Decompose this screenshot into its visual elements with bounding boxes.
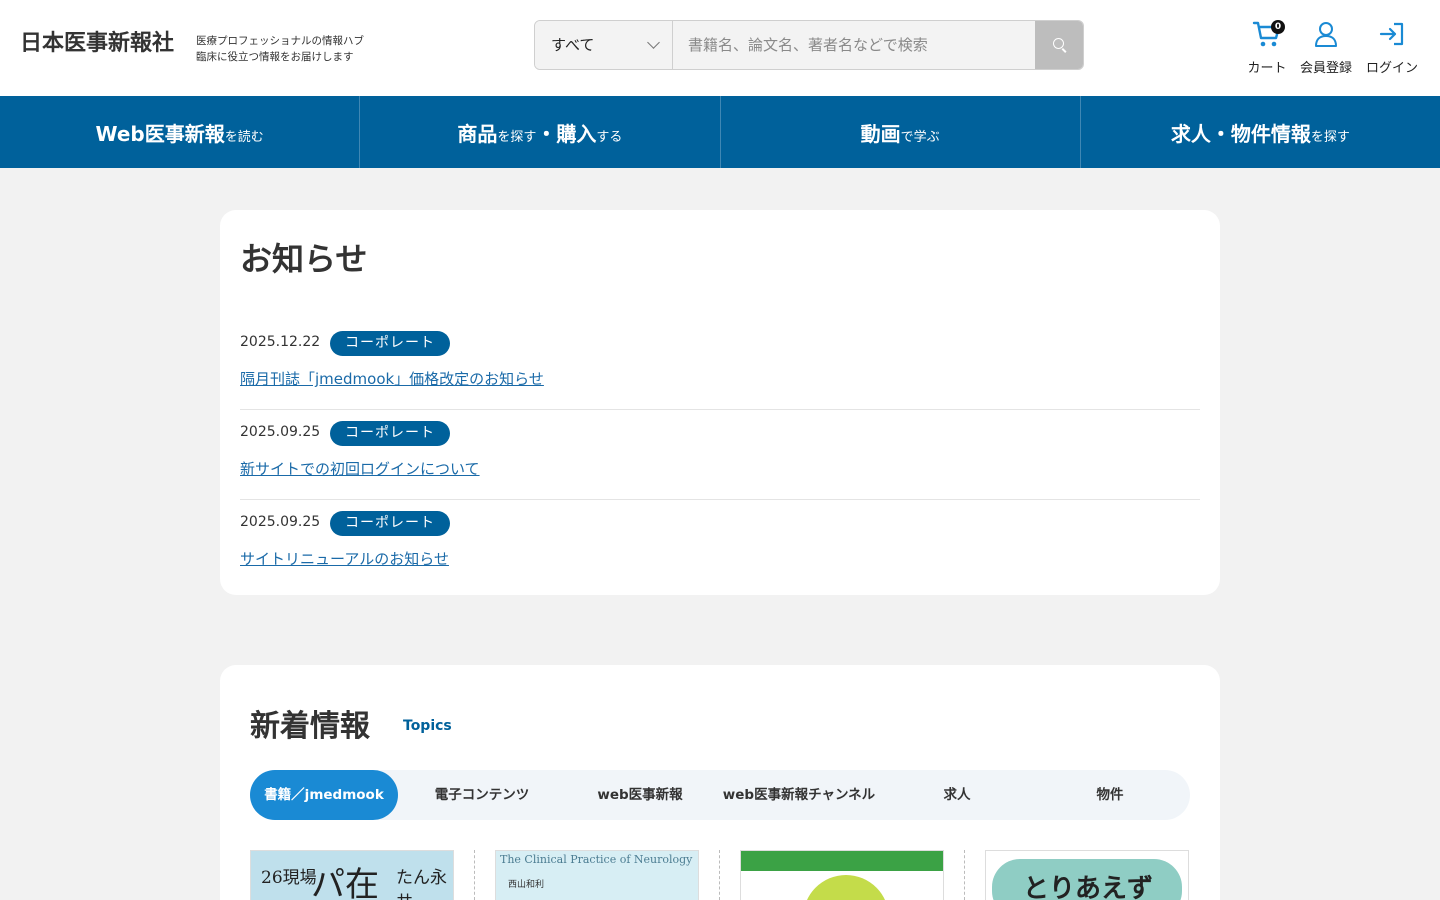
search-category-select[interactable]: すべて	[535, 21, 673, 69]
notice-date: 2025.09.25	[240, 514, 321, 530]
brain-illustration-icon	[803, 875, 889, 900]
book-cover-text: とりあえず	[1022, 874, 1153, 900]
book-divider	[474, 850, 475, 900]
book-cover-text: たん永井	[396, 868, 447, 900]
nav-sublabel: で学ぶ	[900, 129, 940, 145]
book-cover[interactable]: The Clinical Practice of Neurology 西山和利	[495, 850, 699, 900]
nav-sublabel: する	[596, 129, 623, 145]
notice-item: 2025.12.22 コーポレート 隔月刊誌「jmedmook」価格改定のお知ら…	[240, 320, 1200, 410]
notice-date: 2025.09.25	[240, 424, 321, 440]
chevron-down-icon	[647, 36, 660, 49]
tab-properties[interactable]: 物件	[1030, 770, 1190, 820]
main-nav: Web医事新報 を読む 商品 を探す ・購入 する 動画 で学ぶ 求人・物件情報…	[0, 96, 1440, 168]
site-tagline: 医療プロフェッショナルの情報ハブ 臨床に役立つ情報をお届けします	[196, 33, 364, 65]
book-cover[interactable]: 26現場 パ在 たん永井	[250, 850, 454, 900]
cart-count-badge: 0	[1271, 20, 1285, 34]
register-button[interactable]: 会員登録	[1296, 18, 1356, 78]
nav-sublabel: を読む	[224, 129, 264, 145]
site-logo[interactable]: 日本医事新報社	[20, 30, 174, 58]
notice-date: 2025.12.22	[240, 334, 321, 350]
notice-item: 2025.09.25 コーポレート サイトリニューアルのお知らせ	[240, 500, 1200, 590]
user-icon	[1315, 22, 1337, 47]
cart-label: カート	[1247, 61, 1287, 76]
nav-label: ・購入	[536, 121, 597, 146]
nav-label: Web医事新報	[95, 121, 225, 146]
topics-card: 新着情報 Topics 書籍／jmedmook 電子コンテンツ web医事新報 …	[220, 665, 1220, 900]
nav-item-web-news[interactable]: Web医事新報 を読む	[0, 96, 361, 168]
tab-jobs[interactable]: 求人	[884, 770, 1030, 820]
tab-digital-content[interactable]: 電子コンテンツ	[398, 770, 566, 820]
book-cover-text: 26現場	[261, 868, 317, 888]
notice-category-badge: コーポレート	[330, 331, 450, 356]
book-cover-text: The Clinical Practice of Neurology	[500, 853, 693, 866]
notice-link[interactable]: サイトリニューアルのお知らせ	[240, 548, 449, 569]
tab-books-jmedmook[interactable]: 書籍／jmedmook	[250, 770, 398, 820]
search-icon	[1053, 38, 1064, 49]
notice-link[interactable]: 新サイトでの初回ログインについて	[240, 458, 480, 479]
book-cover[interactable]	[740, 850, 944, 900]
book-cover-band	[741, 851, 943, 871]
cart-button[interactable]: 0 カート	[1237, 18, 1297, 78]
login-icon	[1379, 22, 1404, 46]
tab-web-news-channel[interactable]: web医事新報チャンネル	[714, 770, 884, 820]
notice-category-badge: コーポレート	[330, 421, 450, 446]
search-category-value: すべて	[551, 36, 595, 54]
site-header: 日本医事新報社 医療プロフェッショナルの情報ハブ 臨床に役立つ情報をお届けします…	[0, 0, 1440, 96]
nav-item-jobs[interactable]: 求人・物件情報 を探す	[1081, 96, 1440, 168]
nav-label: 求人・物件情報	[1170, 121, 1311, 146]
register-label: 会員登録	[1299, 61, 1352, 76]
book-divider	[719, 850, 720, 900]
tab-web-news[interactable]: web医事新報	[566, 770, 714, 820]
login-button[interactable]: ログイン	[1362, 18, 1422, 78]
nav-item-products[interactable]: 商品 を探す ・購入 する	[360, 96, 721, 168]
nav-label: 動画	[860, 121, 901, 146]
book-cover[interactable]: とりあえず	[985, 850, 1189, 900]
topics-tabs: 書籍／jmedmook 電子コンテンツ web医事新報 web医事新報チャンネル…	[250, 770, 1190, 820]
tagline-line-2: 臨床に役立つ情報をお届けします	[196, 51, 354, 63]
book-cover-text: パ在	[311, 865, 379, 900]
search-input[interactable]	[673, 21, 1035, 69]
nav-sublabel: を探す	[497, 129, 537, 145]
search-button[interactable]	[1035, 21, 1083, 69]
topics-title: 新着情報	[250, 709, 370, 744]
nav-sublabel: を探す	[1310, 129, 1350, 145]
notices-title: お知らせ	[240, 240, 368, 278]
notices-card: お知らせ 2025.12.22 コーポレート 隔月刊誌「jmedmook」価格改…	[220, 210, 1220, 595]
nav-label: 商品	[457, 121, 498, 146]
search-bar: すべて	[534, 20, 1084, 70]
book-cover-text: 西山和利	[508, 880, 545, 890]
topics-subtitle: Topics	[403, 718, 452, 734]
book-divider	[964, 850, 965, 900]
notice-item: 2025.09.25 コーポレート 新サイトでの初回ログインについて	[240, 410, 1200, 500]
tagline-line-1: 医療プロフェッショナルの情報ハブ	[196, 35, 364, 47]
notice-link[interactable]: 隔月刊誌「jmedmook」価格改定のお知らせ	[240, 368, 544, 389]
book-carousel: 26現場 パ在 たん永井 The Clinical Practice of Ne…	[250, 850, 1190, 900]
login-label: ログイン	[1365, 61, 1418, 76]
nav-item-videos[interactable]: 動画 で学ぶ	[721, 96, 1081, 168]
notice-category-badge: コーポレート	[330, 511, 450, 536]
